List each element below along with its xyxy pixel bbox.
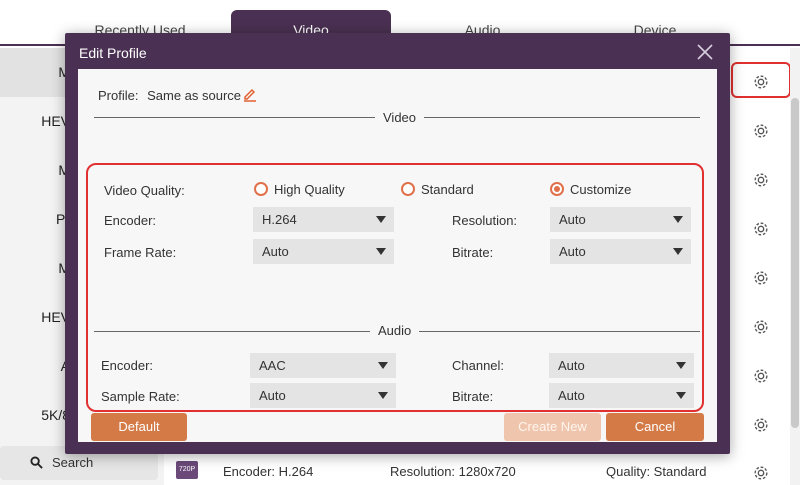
audio-encoder-label: Encoder: [101, 358, 154, 373]
gear-icon[interactable] [752, 73, 770, 91]
audio-bitrate-label: Bitrate: [452, 389, 494, 404]
select-value: Auto [558, 388, 585, 403]
default-button[interactable]: Default [91, 413, 187, 441]
channel-label: Channel: [452, 358, 505, 373]
gear-icon[interactable] [752, 269, 770, 287]
select-value: H.264 [262, 212, 297, 227]
profile-label: Profile: [98, 88, 139, 103]
gear-icon[interactable] [752, 122, 770, 140]
close-icon[interactable] [696, 43, 714, 61]
chevron-down-icon [378, 362, 388, 369]
audio-bitrate-select[interactable]: Auto [549, 383, 694, 408]
chevron-down-icon [676, 392, 686, 399]
video-bitrate-label: Bitrate: [452, 245, 494, 260]
sample-rate-label: Sample Rate: [101, 389, 180, 404]
edit-icon[interactable] [242, 86, 258, 102]
frame-rate-label: Frame Rate: [104, 245, 177, 260]
format-list-row[interactable]: 720P Encoder: H.264 Resolution: 1280x720… [172, 455, 792, 485]
channel-select[interactable]: Auto [549, 353, 694, 378]
select-value: AAC [259, 358, 286, 373]
dialog-body: Profile: Same as source Video Video Qual… [78, 69, 717, 442]
frame-rate-select[interactable]: Auto [253, 239, 394, 264]
chevron-down-icon [676, 362, 686, 369]
video-section-label: Video [375, 110, 425, 125]
row-quality: Quality: Standard [606, 464, 707, 479]
scrollbar[interactable] [790, 48, 800, 485]
dialog-title: Edit Profile [79, 45, 147, 61]
radio-label: Customize [570, 182, 632, 197]
profile-row: Profile: Same as source [98, 88, 241, 103]
radio-label: Standard [421, 182, 474, 197]
radio-dot [550, 182, 564, 196]
gear-icon[interactable] [752, 220, 770, 238]
chevron-down-icon [673, 248, 683, 255]
resolution-badge: 720P [176, 461, 198, 479]
select-value: Auto [259, 388, 286, 403]
radio-dot [401, 182, 415, 196]
row-encoder: Encoder: H.264 [223, 464, 314, 479]
row-resolution: Resolution: 1280x720 [390, 464, 516, 479]
video-encoder-label: Encoder: [104, 213, 157, 228]
search-icon [30, 456, 43, 469]
select-value: Auto [559, 244, 586, 259]
gear-icon[interactable] [752, 318, 770, 336]
video-quality-label: Video Quality: [104, 183, 185, 198]
scrollbar-thumb[interactable] [791, 98, 799, 428]
select-value: Auto [262, 244, 289, 259]
video-bitrate-select[interactable]: Auto [550, 239, 691, 264]
chevron-down-icon [378, 392, 388, 399]
chevron-down-icon [376, 216, 386, 223]
cancel-button[interactable]: Cancel [606, 413, 704, 441]
edit-profile-dialog: Edit Profile Profile: Same as source Vid… [65, 33, 730, 454]
radio-label: High Quality [274, 182, 345, 197]
create-new-button[interactable]: Create New [504, 413, 601, 441]
search-label: Search [52, 455, 94, 470]
audio-encoder-select[interactable]: AAC [250, 353, 396, 378]
gear-icon[interactable] [752, 171, 770, 189]
chevron-down-icon [673, 216, 683, 223]
radio-dot [254, 182, 268, 196]
select-value: Auto [558, 358, 585, 373]
video-encoder-select[interactable]: H.264 [253, 207, 394, 232]
resolution-select[interactable]: Auto [550, 207, 691, 232]
chevron-down-icon [376, 248, 386, 255]
audio-section-label: Audio [370, 323, 420, 338]
gear-icon[interactable] [752, 367, 770, 385]
resolution-label: Resolution: [452, 213, 518, 228]
select-value: Auto [559, 212, 586, 227]
profile-value: Same as source [147, 88, 242, 103]
gear-icon[interactable] [752, 416, 770, 434]
sample-rate-select[interactable]: Auto [250, 383, 396, 408]
